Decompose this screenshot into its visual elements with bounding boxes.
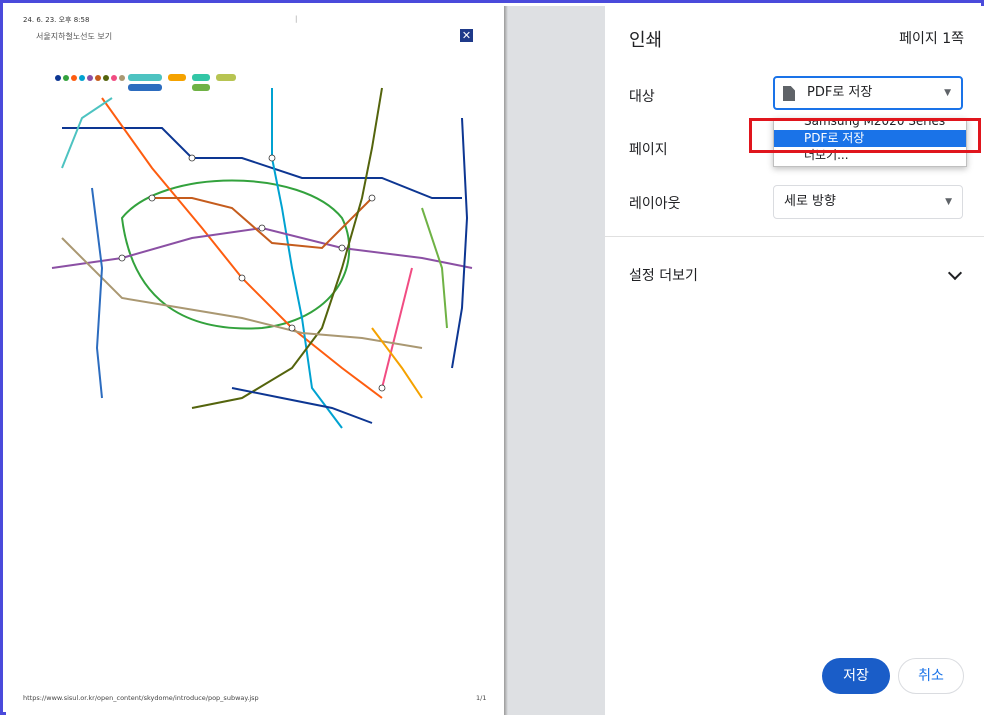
selection-highlight-box xyxy=(749,118,981,153)
page-shadow xyxy=(504,6,508,715)
destination-label: 대상 xyxy=(629,89,655,105)
cancel-button[interactable]: 취소 xyxy=(898,658,964,694)
dropdown-arrow-icon: ▼ xyxy=(945,197,952,207)
more-settings-toggle[interactable]: 설정 더보기 xyxy=(629,265,698,285)
save-button[interactable]: 저장 xyxy=(822,658,890,694)
dropdown-arrow-icon: ▼ xyxy=(944,88,951,98)
preview-page: 24. 6. 23. 오후 8:58 | 서울지하철노선도 보기 ✕ https… xyxy=(6,6,504,715)
page-footer-number: 1/1 xyxy=(476,694,487,702)
layout-label: 레이아웃 xyxy=(629,196,681,212)
destination-select[interactable]: PDF로 저장 ▼ xyxy=(773,76,963,110)
page-header-separator: | xyxy=(295,15,298,23)
page-header-date: 24. 6. 23. 오후 8:58 xyxy=(23,16,90,24)
document-icon xyxy=(783,86,795,101)
print-settings-panel: 인쇄 페이지 1쪽 대상 PDF로 저장 ▼ 페이지 레이아웃 세로 방향 ▼ … xyxy=(605,6,984,715)
layout-value: 세로 방향 xyxy=(784,194,836,209)
settings-divider xyxy=(605,236,984,237)
print-preview-area: 24. 6. 23. 오후 8:58 | 서울지하철노선도 보기 ✕ https… xyxy=(6,6,605,715)
destination-value: PDF로 저장 xyxy=(807,85,873,100)
chevron-down-icon[interactable] xyxy=(947,265,963,281)
page-count: 페이지 1쪽 xyxy=(899,31,964,47)
layout-select[interactable]: 세로 방향 ▼ xyxy=(773,185,963,219)
close-icon: ✕ xyxy=(460,29,473,42)
dialog-title: 인쇄 xyxy=(629,30,663,51)
page-footer-url: https://www.sisul.or.kr/open_content/sky… xyxy=(23,694,259,702)
subway-map-image xyxy=(42,68,487,440)
print-dialog-window: 24. 6. 23. 오후 8:58 | 서울지하철노선도 보기 ✕ https… xyxy=(0,0,984,715)
pages-label: 페이지 xyxy=(629,142,668,158)
page-header-title: 서울지하철노선도 보기 xyxy=(36,32,113,41)
